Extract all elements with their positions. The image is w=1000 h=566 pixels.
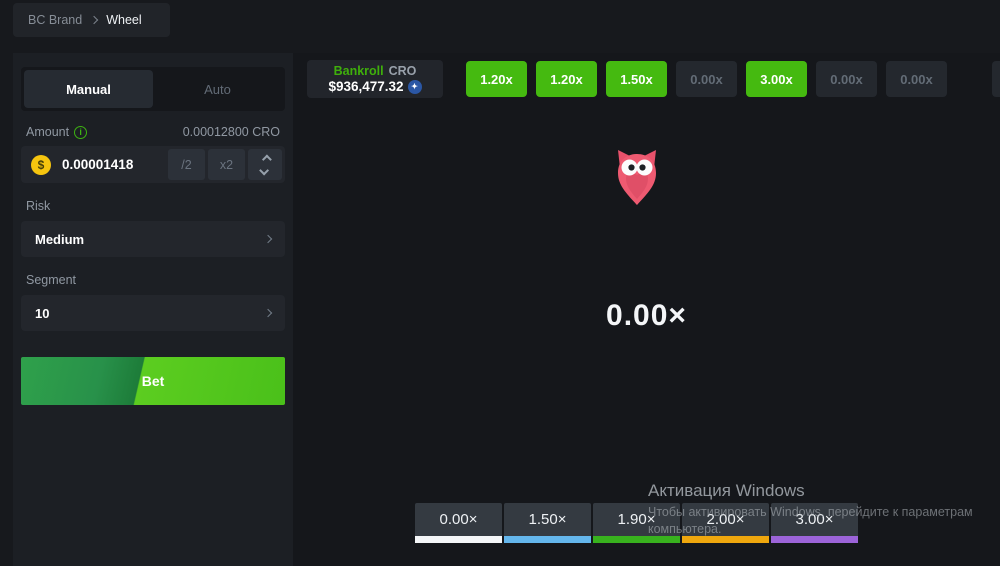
result-multiplier: 3.00x: [746, 61, 807, 97]
legend-value: 3.00×: [771, 503, 858, 536]
tab-manual[interactable]: Manual: [24, 70, 153, 108]
risk-label: Risk: [26, 199, 280, 213]
legend-value: 1.90×: [593, 503, 680, 536]
bankroll-title: Bankroll: [334, 64, 384, 78]
current-multiplier: 0.00×: [293, 299, 1000, 333]
info-icon[interactable]: i: [74, 126, 87, 139]
legend-color-bar: [771, 536, 858, 543]
segment-value: 10: [35, 306, 49, 321]
game-area: Bankroll CRO $936,477.32 ✦ 1.20x 1.20x 1…: [293, 53, 1000, 566]
result-multiplier: 1.20x: [536, 61, 597, 97]
risk-value: Medium: [35, 232, 84, 247]
chevron-right-icon: [264, 309, 272, 317]
bankroll-currency: CRO: [389, 64, 417, 78]
legend-value: 0.00×: [415, 503, 502, 536]
result-multiplier: 1.20x: [466, 61, 527, 97]
amount-step-down-button[interactable]: [259, 165, 269, 175]
breadcrumb-current-page: Wheel: [106, 13, 141, 27]
dollar-coin-icon: $: [31, 155, 51, 175]
result-multiplier: 0.00x: [886, 61, 947, 97]
bankroll-amount-row: $936,477.32 ✦: [328, 79, 421, 94]
bet-amount-input[interactable]: [62, 157, 165, 172]
chevron-right-icon: [264, 235, 272, 243]
legend-item: 2.00×: [682, 503, 769, 543]
recent-results-strip: 1.20x 1.20x 1.50x 0.00x 3.00x 0.00x 0.00…: [466, 61, 947, 97]
legend-color-bar: [504, 536, 591, 543]
segment-select[interactable]: 10: [21, 295, 285, 331]
balance-amount: 0.00012800 CRO: [183, 125, 280, 139]
cro-coin-icon: ✦: [408, 80, 422, 94]
top-bar: BC Brand Wheel: [0, 0, 1000, 53]
legend-color-bar: [593, 536, 680, 543]
bankroll-amount: $936,477.32: [328, 79, 403, 94]
legend-color-bar: [415, 536, 502, 543]
tab-auto[interactable]: Auto: [153, 70, 282, 108]
result-multiplier: 0.00x: [816, 61, 877, 97]
bet-button[interactable]: Bet: [21, 357, 285, 405]
breadcrumb: BC Brand Wheel: [13, 3, 170, 37]
legend-value: 1.50×: [504, 503, 591, 536]
double-amount-button[interactable]: x2: [208, 149, 245, 180]
breadcrumb-brand-link[interactable]: BC Brand: [28, 13, 82, 27]
bet-panel: Manual Auto Amount i 0.00012800 CRO $ /2…: [13, 53, 293, 566]
mode-tabs: Manual Auto: [21, 67, 285, 111]
legend-value: 2.00×: [682, 503, 769, 536]
bankroll-selector[interactable]: Bankroll CRO $936,477.32 ✦: [307, 60, 443, 98]
result-multiplier: 0.00x: [676, 61, 737, 97]
amount-input-group: $ /2 x2: [21, 146, 285, 183]
legend-item: 1.90×: [593, 503, 680, 543]
owl-mascot-icon: [615, 148, 659, 206]
amount-label-row: Amount i 0.00012800 CRO: [26, 125, 280, 139]
risk-select[interactable]: Medium: [21, 221, 285, 257]
legend-color-bar: [682, 536, 769, 543]
payout-legend: 0.00× 1.50× 1.90× 2.00× 3.00×: [415, 503, 858, 543]
segment-label: Segment: [26, 273, 280, 287]
half-amount-button[interactable]: /2: [168, 149, 205, 180]
amount-label: Amount i: [26, 125, 87, 139]
amount-label-text: Amount: [26, 125, 69, 139]
bankroll-header: Bankroll CRO: [334, 64, 417, 78]
amount-stepper: [248, 149, 282, 180]
amount-step-up-button[interactable]: [261, 154, 271, 164]
legend-item: 1.50×: [504, 503, 591, 543]
result-multiplier: 1.50x: [606, 61, 667, 97]
result-multiplier-partial: [992, 61, 1000, 97]
legend-item: 3.00×: [771, 503, 858, 543]
legend-item: 0.00×: [415, 503, 502, 543]
breadcrumb-separator-icon: [90, 16, 98, 24]
main-layout: Manual Auto Amount i 0.00012800 CRO $ /2…: [0, 53, 1000, 566]
